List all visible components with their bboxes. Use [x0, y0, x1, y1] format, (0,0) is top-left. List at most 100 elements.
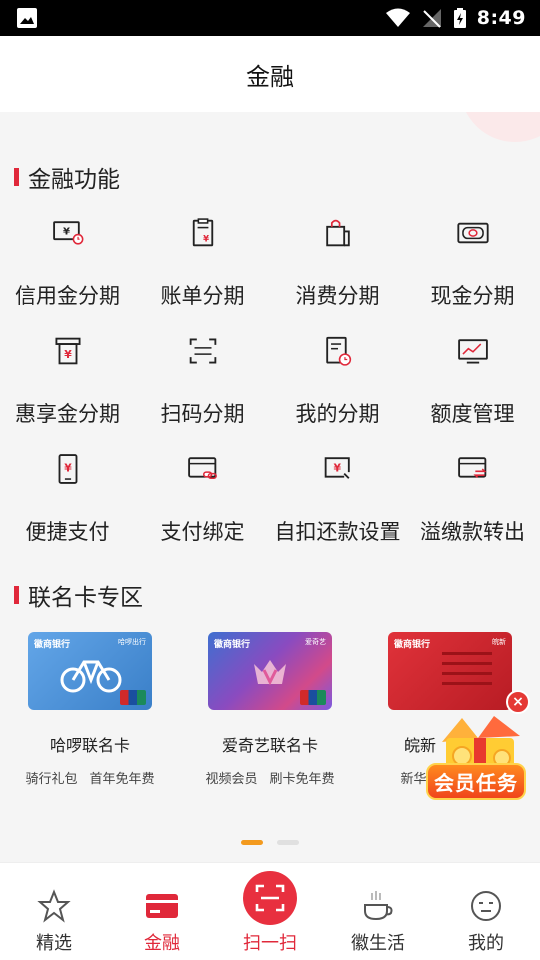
card-transfer-icon — [457, 457, 486, 479]
func-huixiang-installment[interactable]: ¥ 惠享金分期 — [0, 318, 135, 428]
scan-icon — [255, 884, 285, 912]
member-task-close-button[interactable]: × — [506, 690, 530, 714]
func-label: 溢缴款转出 — [420, 520, 525, 544]
card-iqiyi[interactable]: 徽商银行 爱奇艺 爱奇艺联名卡 视频会员 刷卡免年费 — [180, 632, 360, 787]
cobrand-section-label: 联名卡专区 — [28, 585, 143, 611]
atm-yuan-icon: ¥ — [54, 337, 81, 365]
no-signal-icon — [422, 9, 441, 28]
card-bank-name: 徽商银行 — [214, 640, 251, 650]
func-label: 我的分期 — [295, 402, 380, 426]
func-label: 自扣还款设置 — [274, 520, 401, 544]
bookshelf-pattern-icon — [442, 652, 492, 685]
indicator-dot — [277, 840, 299, 845]
card-tag: 视频会员 — [205, 772, 258, 787]
finance-section-label: 金融功能 — [28, 167, 120, 193]
card-tag: 刷卡免年费 — [269, 772, 335, 787]
card-hellobike[interactable]: 徽商银行 哈啰出行 哈啰联名卡 骑行礼包 首年免年费 — [0, 632, 180, 787]
member-task-label: 会员任务 — [426, 763, 526, 800]
status-time: 8:49 — [476, 7, 526, 29]
tab-label: 徽生活 — [351, 933, 405, 954]
status-bar: 8:49 — [0, 0, 540, 36]
func-consumer-installment[interactable]: 消费分期 — [270, 200, 405, 310]
card-tag: 骑行礼包 — [25, 772, 78, 787]
finance-section-title: 金融功能 — [14, 160, 120, 194]
phone-yuan-icon: ¥ — [58, 454, 77, 484]
tab-mine[interactable]: 我的 — [432, 863, 540, 960]
cobrand-section-title: 联名卡专区 — [14, 578, 143, 612]
page-header: 金融 — [0, 36, 540, 112]
wifi-icon — [385, 8, 410, 27]
func-quick-pay[interactable]: ¥ 便捷支付 — [0, 436, 135, 546]
func-label: 扫码分期 — [160, 402, 245, 426]
func-pay-binding[interactable]: 支付绑定 — [135, 436, 270, 546]
bill-icon: ¥ — [192, 218, 213, 247]
card-partner-name: 爱奇艺 — [305, 638, 326, 646]
card-bank-name: 徽商银行 — [34, 640, 71, 650]
card-icon — [146, 894, 178, 918]
scan-button[interactable] — [243, 871, 297, 925]
svg-text:¥: ¥ — [64, 348, 72, 361]
decorative-shape — [460, 112, 540, 142]
func-label: 信用金分期 — [15, 284, 120, 308]
func-limit-management[interactable]: 额度管理 — [405, 318, 540, 428]
card-partner-name: 哈啰出行 — [118, 638, 146, 646]
section-marker — [14, 168, 19, 186]
tab-featured[interactable]: 精选 — [0, 863, 108, 960]
carousel-indicator — [241, 840, 299, 845]
section-marker — [14, 586, 19, 604]
svg-text:¥: ¥ — [203, 235, 209, 245]
cash-icon — [456, 222, 489, 244]
chart-monitor-icon — [457, 339, 488, 364]
tab-scan[interactable]: 扫一扫 — [216, 863, 324, 960]
tab-label: 扫一扫 — [243, 933, 297, 954]
unionpay-logo — [120, 690, 146, 705]
func-cash-installment[interactable]: 现金分期 — [405, 200, 540, 310]
func-auto-repay-settings[interactable]: ¥ 自扣还款设置 — [270, 436, 405, 546]
tab-label: 我的 — [468, 933, 504, 954]
battery-charging-icon — [453, 8, 466, 28]
func-my-installment[interactable]: 我的分期 — [270, 318, 405, 428]
card-tag: 首年免年费 — [89, 772, 155, 787]
func-label: 消费分期 — [295, 284, 380, 308]
func-label: 惠享金分期 — [15, 402, 120, 426]
card-name: 哈啰联名卡 — [49, 736, 130, 755]
member-task-float[interactable]: × 会员任务 — [424, 690, 536, 806]
svg-text:¥: ¥ — [333, 461, 341, 474]
star-icon — [37, 889, 71, 923]
func-label: 账单分期 — [160, 284, 245, 308]
page-title: 金融 — [246, 62, 294, 91]
func-label: 额度管理 — [430, 402, 515, 426]
coffee-icon — [364, 891, 393, 921]
image-notification-icon — [17, 8, 37, 28]
card-name: 爱奇艺联名卡 — [221, 736, 318, 755]
card-link-icon — [187, 457, 217, 480]
yuan-screen-icon: ¥ — [324, 457, 350, 479]
func-credit-installment[interactable]: ¥ 信用金分期 — [0, 200, 135, 310]
tab-label: 精选 — [36, 933, 72, 954]
card-bank-name: 徽商银行 — [394, 640, 431, 650]
card-image-iqiyi: 徽商银行 爱奇艺 — [208, 632, 332, 710]
shopping-bag-icon — [325, 219, 350, 247]
func-overpayment-transfer[interactable]: 溢缴款转出 — [405, 436, 540, 546]
face-icon — [471, 891, 501, 921]
tab-label: 金融 — [144, 933, 180, 954]
func-label: 现金分期 — [430, 284, 515, 308]
func-bill-installment[interactable]: ¥ 账单分期 — [135, 200, 270, 310]
card-image-hellobike: 徽商银行 哈啰出行 — [28, 632, 152, 710]
bicycle-icon — [60, 660, 122, 693]
func-scan-installment[interactable]: 扫码分期 — [135, 318, 270, 428]
tab-finance[interactable]: 金融 — [108, 863, 216, 960]
func-label: 支付绑定 — [160, 520, 245, 544]
card-tags: 骑行礼包 首年免年费 — [25, 768, 154, 787]
func-label: 便捷支付 — [25, 520, 110, 544]
document-clock-icon — [325, 336, 351, 366]
yuan-clock-icon: ¥ — [52, 221, 83, 245]
svg-text:¥: ¥ — [62, 227, 69, 238]
svg-text:¥: ¥ — [64, 461, 72, 474]
scan-icon — [189, 338, 216, 364]
bottom-tab-bar: 精选 金融 扫一扫 徽生活 我的 — [0, 862, 540, 960]
unionpay-logo — [300, 690, 326, 705]
crown-v-icon — [254, 660, 286, 686]
indicator-dot-active — [241, 840, 263, 845]
tab-life[interactable]: 徽生活 — [324, 863, 432, 960]
